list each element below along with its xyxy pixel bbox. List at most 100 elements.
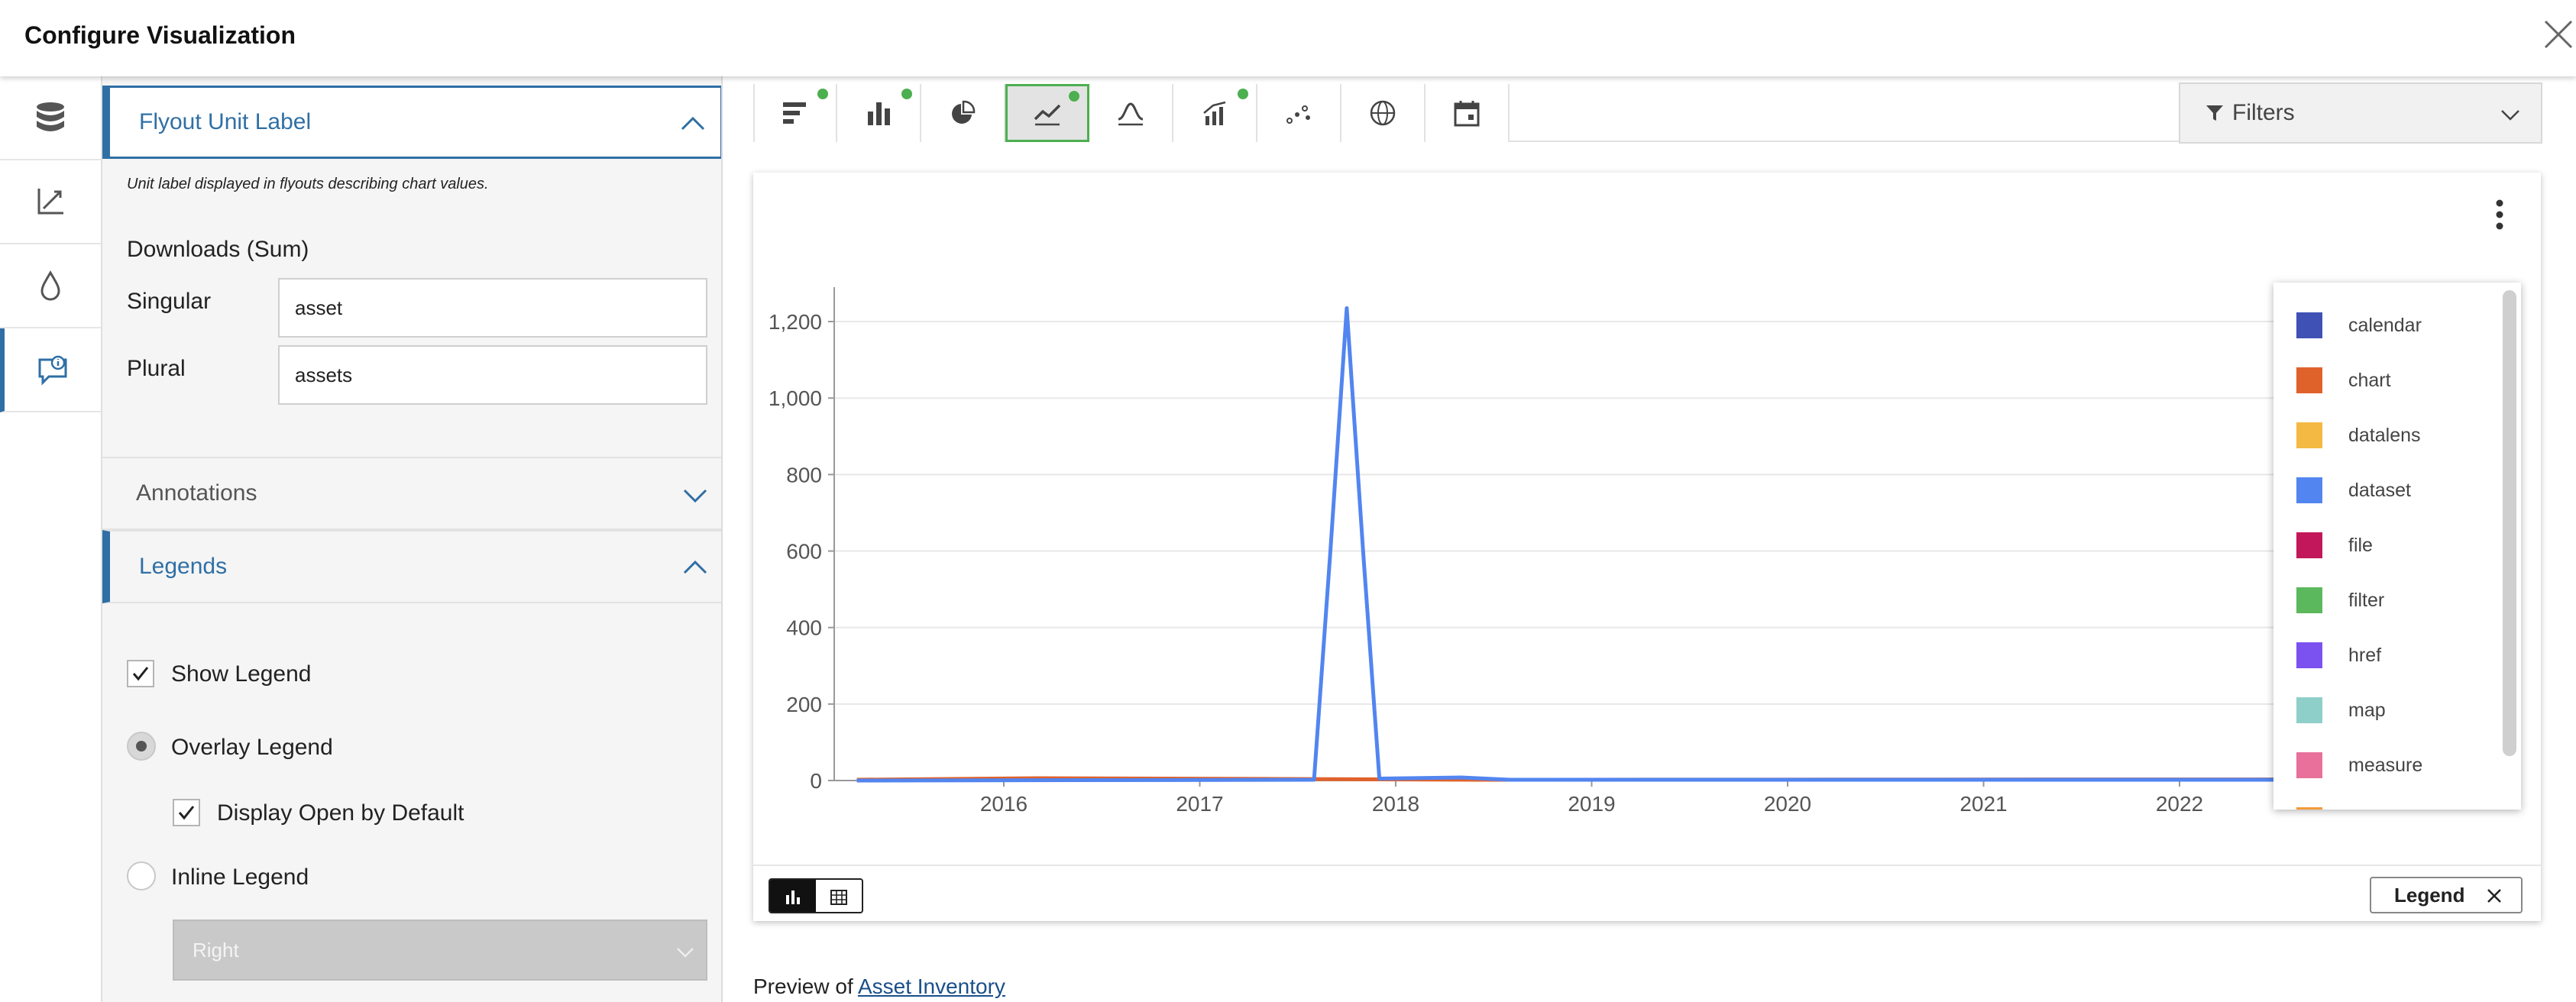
legend-button-label: Legend [2394,883,2465,907]
legend-item-story[interactable]: story [2296,805,2390,810]
legend-scrollbar[interactable] [2503,290,2516,756]
chart-type-line[interactable] [1005,84,1089,142]
legend-position-select: Right [173,920,707,981]
legend-item-measure[interactable]: measure [2296,750,2422,781]
combo-chart-icon [1203,101,1226,125]
rail-item-data[interactable] [0,76,101,160]
filters-dropdown[interactable]: Filters [2179,82,2542,144]
legend-item-map[interactable]: map [2296,695,2386,726]
chart-view-button[interactable] [770,880,816,912]
x-tick-label: 2017 [1176,792,1223,816]
legend-swatch [2296,367,2322,393]
legend-item-filter[interactable]: filter [2296,585,2384,616]
measure-title: Downloads (Sum) [127,237,309,262]
legend-label: chart [2348,369,2391,391]
dialog-header: Configure Visualization [0,0,2576,76]
plural-input[interactable] [278,345,707,405]
chart-type-map[interactable] [1341,84,1426,142]
legend-label: dataset [2348,479,2412,501]
chart-type-histogram[interactable] [1089,84,1173,142]
rail-item-axis[interactable] [0,160,101,244]
x-tick-label: 2021 [1960,792,2007,816]
section-title: Annotations [136,480,257,506]
config-rail [0,76,102,1002]
config-panel: Flyout Unit Label Unit label displayed i… [102,76,723,1002]
legend-item-chart[interactable]: chart [2296,365,2391,396]
section-legends[interactable]: Legends [102,530,721,603]
legend-swatch [2296,477,2322,503]
y-tick-label: 1,000 [769,386,822,410]
section-title: Flyout Unit Label [139,109,312,134]
dataset-link[interactable]: Asset Inventory [858,975,1005,998]
table-icon [830,890,847,905]
filter-icon [2206,105,2223,121]
chart-footer: Legend [753,865,2541,921]
x-tick-label: 2018 [1372,792,1419,816]
rail-item-flyout[interactable] [0,328,101,412]
status-dot [1069,91,1079,102]
inline-legend-radio[interactable] [127,861,156,890]
chart-type-bar[interactable] [753,84,837,142]
bar-chart-icon [786,890,800,904]
view-toggle [769,878,863,913]
overlay-legend: calendar chart datalens dataset file filter hr… [2273,283,2521,810]
checkmark-icon [132,667,149,681]
legend-item-calendar[interactable]: calendar [2296,310,2422,341]
flyout-info-icon [38,355,67,386]
filters-label: Filters [2232,100,2295,125]
chart-type-toolbar [753,84,2273,142]
inline-legend-label: Inline Legend [171,865,309,890]
overlay-legend-radio[interactable] [127,732,156,761]
legend-label: filter [2348,589,2385,611]
legend-item-file[interactable]: file [2296,530,2373,561]
legend-item-datalens[interactable]: datalens [2296,420,2421,451]
horizontal-bar-icon [783,102,806,124]
plural-label: Plural [127,356,186,381]
singular-input[interactable] [278,278,707,338]
y-tick-label: 1,200 [769,310,822,334]
database-icon [37,102,64,131]
preview-prefix: Preview of [753,975,853,998]
chart-type-calendar[interactable] [1426,84,1510,142]
overlay-legend-label: Overlay Legend [171,735,333,760]
legend-toggle-button[interactable]: Legend [2370,877,2523,913]
chevron-up-icon [681,116,705,131]
section-flyout-unit-label[interactable]: Flyout Unit Label [102,86,721,159]
chevron-down-icon [677,948,694,958]
color-drop-icon [40,270,60,301]
chart-type-pie[interactable] [921,84,1005,142]
y-tick-label: 200 [786,693,822,716]
display-open-label: Display Open by Default [217,800,464,826]
display-open-checkbox[interactable] [173,799,200,826]
legend-swatch [2296,587,2322,613]
dialog-title: Configure Visualization [24,21,296,49]
rail-item-colors[interactable] [0,244,101,328]
close-icon[interactable] [2541,17,2576,52]
legend-label: calendar [2348,314,2422,336]
legend-label: file [2348,534,2373,556]
show-legend-label: Show Legend [171,661,312,687]
status-dot [901,89,912,99]
legend-swatch [2296,807,2322,810]
legend-item-href[interactable]: href [2296,640,2381,671]
calendar-icon [1454,101,1480,127]
table-view-button[interactable] [816,880,862,912]
y-tick-label: 0 [810,769,822,793]
section-annotations[interactable]: Annotations [102,457,721,530]
legend-swatch [2296,532,2322,558]
show-legend-checkbox[interactable] [127,660,154,687]
y-tick-label: 400 [786,616,822,640]
chart-type-column[interactable] [837,84,921,142]
chart-type-scatter[interactable] [1257,84,1341,142]
chart-type-combo[interactable] [1173,84,1257,142]
histogram-icon [1118,102,1144,126]
x-tick-label: 2016 [980,792,1027,816]
line-chart-icon [1034,104,1061,126]
preview-caption: Preview of Asset Inventory [753,975,1005,999]
pie-chart-icon [952,100,976,124]
legend-item-dataset[interactable]: dataset [2296,475,2411,506]
column-chart-icon [868,102,890,125]
legend-label: map [2348,699,2386,721]
series-line-dataset [856,306,2360,783]
chevron-up-icon [683,560,707,574]
